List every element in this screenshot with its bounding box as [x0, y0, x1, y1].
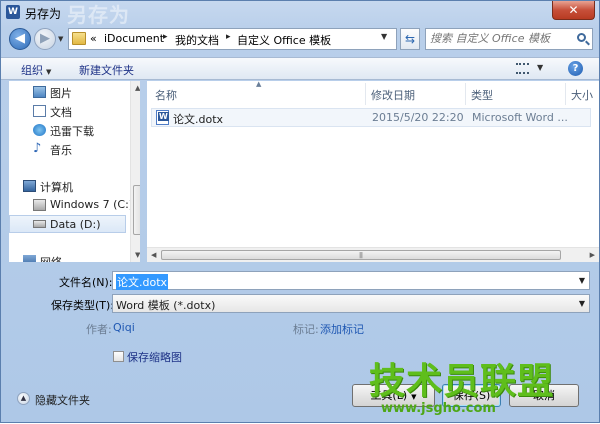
chevron-up-icon[interactable]: ▲	[17, 392, 30, 405]
sidebar-item-label: 音乐	[50, 144, 72, 157]
watermark-url: www.jsgho.com	[381, 401, 496, 416]
sidebar-item-downloads[interactable]: 迅雷下载	[9, 121, 126, 139]
sidebar-item-label: Data (D:)	[50, 218, 101, 231]
window-title: 另存为	[25, 7, 62, 21]
save-as-dialog: W 另存为 另存为 ✕ ◀ ▶ ▼ « iDocument ▸ 我的文档 ▸ 自…	[0, 0, 600, 423]
sidebar-item-documents[interactable]: 文档	[9, 102, 126, 120]
sidebar-item-label: 网络	[40, 254, 62, 262]
column-divider[interactable]	[565, 83, 566, 105]
help-icon[interactable]: ?	[568, 61, 583, 76]
sidebar-item-pictures[interactable]: 图片	[9, 83, 126, 101]
column-header-size[interactable]: 大小	[571, 87, 593, 109]
file-row[interactable]: 论文.dotx 2015/5/20 22:20 Microsoft Word .…	[151, 108, 591, 127]
window-title-ghost: 另存为	[67, 3, 130, 27]
tags-value[interactable]: 添加标记	[320, 321, 364, 337]
organize-button[interactable]: 组织 ▼	[21, 62, 51, 78]
folder-icon	[72, 32, 86, 45]
scrollbar-thumb[interactable]: |||	[161, 250, 561, 260]
view-options-dropdown[interactable]: ▼	[537, 63, 543, 72]
breadcrumb-custom-templates[interactable]: 自定义 Office 模板	[237, 32, 331, 48]
sort-ascending-icon: ▲	[256, 80, 262, 88]
title-bar: W 另存为 另存为 ✕	[1, 1, 599, 27]
scrollbar-thumb[interactable]	[133, 185, 140, 235]
filetype-select[interactable]: Word 模板 (*.dotx) ▼	[112, 294, 590, 313]
chevron-down-icon[interactable]: ▼	[579, 276, 585, 285]
scroll-up-icon[interactable]: ▲	[135, 84, 140, 92]
sidebar-item-network[interactable]: 网络	[9, 252, 126, 262]
drive-icon	[33, 199, 46, 211]
breadcrumb-idocument[interactable]: iDocument	[104, 32, 164, 45]
close-button[interactable]: ✕	[552, 1, 595, 20]
grip-icon: |||	[359, 252, 363, 259]
computer-icon	[23, 180, 36, 192]
word-template-icon	[156, 110, 169, 125]
filename-label: 文件名(N):	[59, 276, 113, 289]
documents-icon	[33, 105, 46, 117]
author-value[interactable]: Qiqi	[113, 321, 135, 334]
organize-label: 组织	[21, 64, 43, 77]
music-icon: ♪	[33, 141, 42, 156]
address-bar[interactable]: « iDocument ▸ 我的文档 ▸ 自定义 Office 模板 ▼	[68, 28, 397, 50]
breadcrumb-separator[interactable]: ▸	[226, 32, 231, 42]
view-options-icon[interactable]	[516, 63, 529, 74]
forward-button[interactable]: ▶	[34, 28, 56, 50]
sidebar-item-label: 迅雷下载	[50, 125, 94, 138]
breadcrumb-my-documents[interactable]: 我的文档	[175, 32, 219, 48]
word-app-icon: W	[6, 5, 20, 19]
filetype-label: 保存类型(T):	[51, 299, 115, 312]
site-watermark: 技术员联盟 www.jsgho.com	[369, 352, 561, 424]
drive-icon	[33, 220, 46, 228]
download-icon	[33, 124, 46, 136]
file-name: 论文.dotx	[173, 113, 224, 126]
network-icon	[23, 255, 36, 262]
column-header-name[interactable]: 名称	[155, 87, 177, 109]
command-toolbar: 组织 ▼ 新建文件夹 ▼ ?	[1, 57, 599, 80]
address-overflow[interactable]: «	[90, 32, 97, 45]
scroll-right-icon[interactable]: ▶	[590, 251, 595, 259]
recent-locations-dropdown[interactable]: ▼	[58, 35, 63, 43]
file-modified: 2015/5/20 22:20	[372, 111, 464, 124]
filename-field[interactable]: 论文.dotx ▼	[112, 271, 590, 290]
navigation-pane: 图片 文档 迅雷下载 ♪ 音乐 计算机 Windows 7 (C:) Data …	[9, 81, 140, 262]
tags-label: 标记:	[293, 323, 319, 336]
sidebar-item-music[interactable]: ♪ 音乐	[9, 140, 126, 158]
sidebar-item-label: 文档	[50, 106, 72, 119]
scroll-left-icon[interactable]: ◀	[151, 251, 156, 259]
file-list: 名称 ▲ 修改日期 类型 大小 论文.dotx 2015/5/20 22:20 …	[147, 80, 599, 262]
author-label: 作者:	[86, 323, 112, 336]
watermark-title: 技术员联盟	[369, 361, 555, 402]
chevron-down-icon[interactable]: ▼	[579, 299, 585, 308]
chevron-down-icon: ▼	[46, 68, 52, 76]
save-thumbnail-checkbox[interactable]	[113, 351, 124, 362]
new-folder-button[interactable]: 新建文件夹	[79, 62, 134, 78]
column-divider[interactable]	[365, 83, 366, 105]
sidebar-item-label: 计算机	[40, 181, 73, 194]
sidebar-item-computer[interactable]: 计算机	[9, 177, 126, 195]
search-box[interactable]	[425, 28, 593, 50]
navigation-bar: ◀ ▶ ▼ « iDocument ▸ 我的文档 ▸ 自定义 Office 模板…	[1, 25, 599, 53]
save-thumbnail-label[interactable]: 保存缩略图	[127, 349, 182, 365]
horizontal-scrollbar[interactable]: ◀ ||| ▶	[147, 247, 599, 262]
sidebar-item-drive-d[interactable]: Data (D:)	[9, 215, 126, 233]
hide-folders-button[interactable]: 隐藏文件夹	[35, 392, 90, 408]
refresh-button[interactable]: ⇆	[400, 28, 420, 50]
filename-value[interactable]: 论文.dotx	[116, 274, 169, 290]
sidebar-scrollbar[interactable]: ▲ ▼	[130, 81, 140, 262]
back-button[interactable]: ◀	[9, 28, 31, 50]
pictures-icon	[33, 86, 46, 98]
column-header-modified[interactable]: 修改日期	[371, 87, 415, 109]
address-dropdown[interactable]: ▼	[381, 32, 387, 41]
scroll-down-icon[interactable]: ▼	[135, 251, 140, 259]
file-type: Microsoft Word ...	[472, 111, 568, 124]
column-header-type[interactable]: 类型	[471, 87, 493, 109]
filetype-value: Word 模板 (*.dotx)	[116, 299, 216, 312]
breadcrumb-separator[interactable]: ▸	[163, 32, 168, 42]
sidebar-item-drive-c[interactable]: Windows 7 (C:)	[9, 196, 133, 214]
sidebar-item-label: 图片	[50, 87, 72, 100]
search-icon[interactable]	[577, 33, 586, 42]
sidebar-item-label: Windows 7 (C:)	[50, 198, 134, 211]
column-divider[interactable]	[465, 83, 466, 105]
search-input[interactable]	[430, 32, 570, 45]
